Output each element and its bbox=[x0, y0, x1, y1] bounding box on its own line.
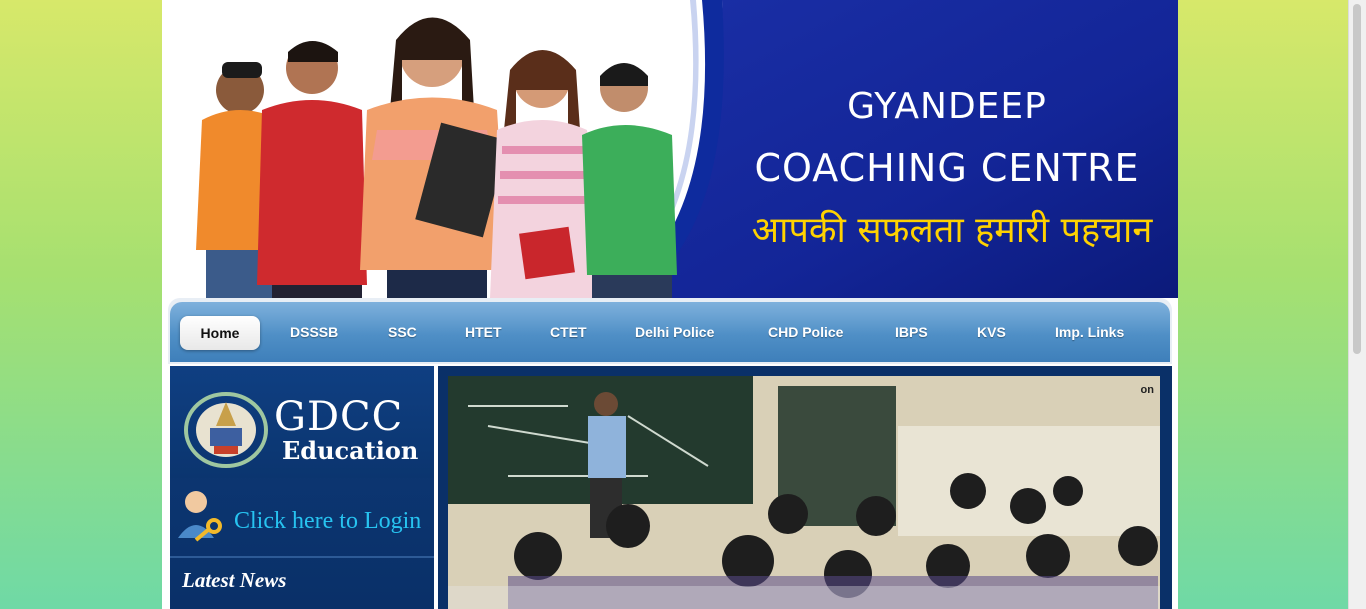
classroom-photo: on bbox=[448, 376, 1160, 609]
nav-item-kvs[interactable]: KVS bbox=[977, 324, 1006, 340]
nav-item-ibps[interactable]: IBPS bbox=[895, 324, 928, 340]
user-key-icon bbox=[178, 491, 222, 542]
login-link[interactable]: Click here to Login bbox=[170, 484, 434, 554]
nav-item-dsssb[interactable]: DSSSB bbox=[290, 324, 338, 340]
nav-item-htet[interactable]: HTET bbox=[465, 324, 502, 340]
nav-item-chd-police[interactable]: CHD Police bbox=[768, 324, 843, 340]
logo-subtext: Education bbox=[282, 436, 419, 465]
latest-news-heading: Latest News bbox=[182, 568, 287, 592]
page-scrollbar[interactable] bbox=[1348, 0, 1366, 609]
scrollbar-thumb[interactable] bbox=[1353, 4, 1361, 354]
nav-item-delhi-police[interactable]: Delhi Police bbox=[635, 324, 714, 340]
navigation-bar: Home DSSSB SSC HTET CTET Delhi Police CH… bbox=[168, 298, 1172, 364]
sidebar-divider bbox=[170, 556, 434, 558]
nav-item-imp-links[interactable]: Imp. Links bbox=[1055, 324, 1124, 340]
site-title-line2: COACHING CENTRE bbox=[754, 146, 1140, 190]
emblem-icon bbox=[184, 392, 268, 468]
site-title-line1: GYANDEEP bbox=[847, 86, 1047, 127]
nav-item-ssc[interactable]: SSC bbox=[388, 324, 417, 340]
site-tagline: आपकी सफलता हमारी पहचान bbox=[751, 210, 1153, 251]
header-banner: GYANDEEP COACHING CENTRE आपकी सफलता हमार… bbox=[162, 0, 1178, 298]
logo-text: GDCC bbox=[274, 394, 404, 440]
nav-item-home[interactable]: Home bbox=[180, 316, 260, 350]
main-panel: on bbox=[438, 366, 1172, 609]
classroom-scene bbox=[448, 376, 1160, 609]
navigation-menu: Home DSSSB SSC HTET CTET Delhi Police CH… bbox=[170, 302, 1170, 362]
nav-item-ctet[interactable]: CTET bbox=[550, 324, 587, 340]
students-photo bbox=[196, 17, 677, 298]
content-area: GDCC Education Click here to Login Lates… bbox=[168, 364, 1172, 609]
sidebar: GDCC Education Click here to Login Lates… bbox=[170, 366, 434, 609]
gdcc-logo: GDCC Education bbox=[170, 366, 434, 478]
login-label[interactable]: Click here to Login bbox=[234, 508, 421, 535]
photo-watermark: on bbox=[1140, 384, 1154, 396]
page-container: GYANDEEP COACHING CENTRE आपकी सफलता हमार… bbox=[162, 0, 1178, 609]
